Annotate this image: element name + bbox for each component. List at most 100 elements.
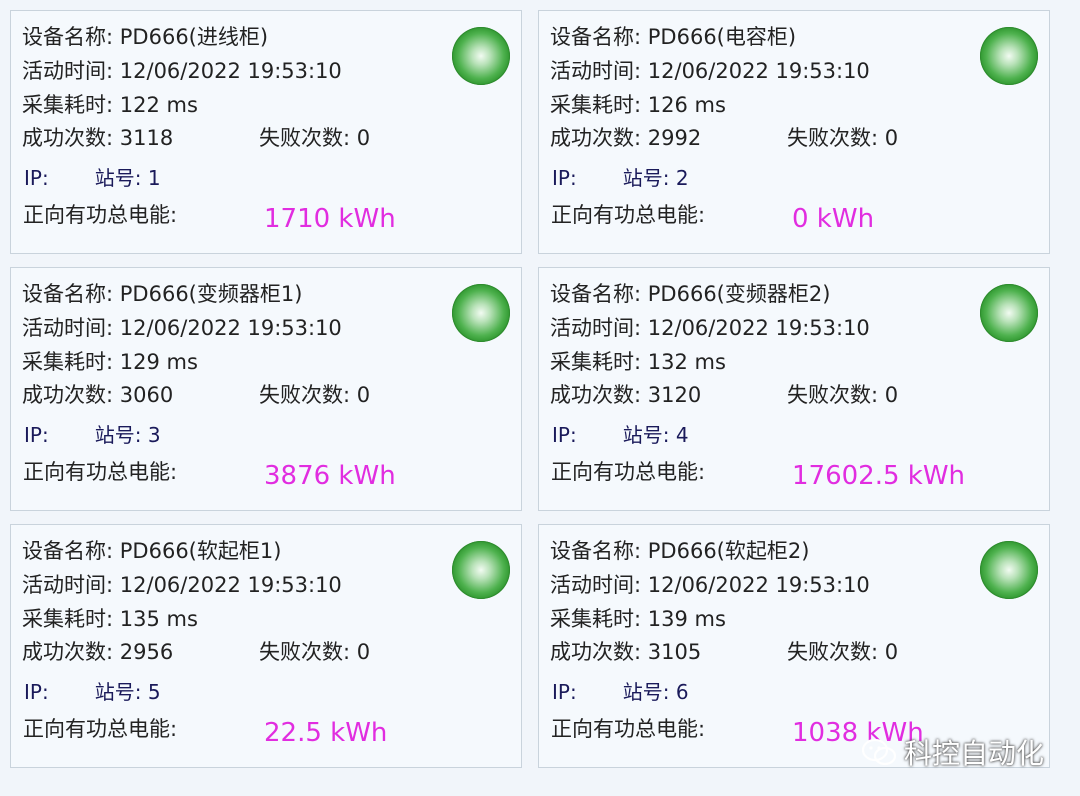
- energy-label: 正向有功总电能:: [551, 717, 706, 741]
- active-time-value: 12/06/2022 19:53:10: [647, 59, 870, 83]
- collect-time-value: 129 ms: [119, 350, 198, 374]
- device-name-label: 设备名称:: [550, 282, 642, 306]
- fail-count-label: 失败次数:: [259, 126, 351, 150]
- collect-time-value: 132 ms: [647, 350, 726, 374]
- fail-count-row: 失败次数: 0: [787, 125, 898, 151]
- collect-time-value: 126 ms: [647, 93, 726, 117]
- device-name-label: 设备名称:: [22, 25, 114, 49]
- success-count-label: 成功次数:: [550, 126, 642, 150]
- active-time-row: 活动时间: 12/06/2022 19:53:10: [22, 572, 342, 598]
- device-name-row: 设备名称: PD666(变频器柜1): [22, 281, 302, 307]
- device-panel: 设备名称: PD666(软起柜1) 活动时间: 12/06/2022 19:53:…: [10, 524, 522, 768]
- active-time-value: 12/06/2022 19:53:10: [119, 316, 342, 340]
- device-name-value: PD666(软起柜2): [647, 539, 810, 563]
- success-count-row: 成功次数: 3060: [22, 382, 173, 408]
- ip-station-row: IP: 站号: 5: [24, 679, 161, 705]
- device-panel: 设备名称: PD666(电容柜) 活动时间: 12/06/2022 19:53:1…: [538, 10, 1050, 254]
- energy-label: 正向有功总电能:: [551, 460, 706, 484]
- device-name-value: PD666(变频器柜1): [119, 282, 303, 306]
- collect-time-row: 采集耗时: 139 ms: [550, 606, 726, 632]
- station-value: 5: [147, 680, 161, 704]
- collect-time-label: 采集耗时:: [550, 350, 642, 374]
- fail-count-label: 失败次数:: [787, 383, 879, 407]
- active-time-label: 活动时间:: [550, 573, 642, 597]
- success-count-label: 成功次数:: [550, 383, 642, 407]
- collect-time-value: 139 ms: [647, 607, 726, 631]
- wechat-icon: [861, 738, 897, 766]
- station-value: 6: [675, 680, 689, 704]
- device-name-value: PD666(变频器柜2): [647, 282, 831, 306]
- success-count-value: 3060: [119, 383, 174, 407]
- collect-time-row: 采集耗时: 129 ms: [22, 349, 198, 375]
- station-label: 站号:: [94, 423, 142, 447]
- active-time-row: 活动时间: 12/06/2022 19:53:10: [22, 58, 342, 84]
- collect-time-value: 135 ms: [119, 607, 198, 631]
- success-count-row: 成功次数: 3105: [550, 639, 701, 665]
- success-count-label: 成功次数:: [22, 126, 114, 150]
- collect-time-label: 采集耗时:: [550, 93, 642, 117]
- device-name-value: PD666(软起柜1): [119, 539, 282, 563]
- success-count-row: 成功次数: 3118: [22, 125, 173, 151]
- collect-time-row: 采集耗时: 132 ms: [550, 349, 726, 375]
- fail-count-label: 失败次数:: [787, 640, 879, 664]
- fail-count-value: 0: [884, 383, 899, 407]
- fail-count-value: 0: [884, 126, 899, 150]
- fail-count-label: 失败次数:: [259, 640, 351, 664]
- energy-value: 0 kWh: [792, 204, 875, 234]
- success-count-label: 成功次数:: [22, 640, 114, 664]
- success-count-row: 成功次数: 2992: [550, 125, 701, 151]
- device-name-label: 设备名称:: [550, 539, 642, 563]
- collect-time-row: 采集耗时: 126 ms: [550, 92, 726, 118]
- active-time-value: 12/06/2022 19:53:10: [119, 573, 342, 597]
- device-panel: 设备名称: PD666(变频器柜1) 活动时间: 12/06/2022 19:53…: [10, 267, 522, 511]
- active-time-value: 12/06/2022 19:53:10: [647, 573, 870, 597]
- ip-label: IP:: [552, 423, 577, 447]
- station-value: 4: [675, 423, 689, 447]
- ip-label: IP:: [552, 166, 577, 190]
- collect-time-label: 采集耗时:: [22, 350, 114, 374]
- station-label: 站号:: [622, 166, 670, 190]
- status-indicator-icon: [980, 27, 1038, 85]
- status-indicator-icon: [452, 541, 510, 599]
- active-time-row: 活动时间: 12/06/2022 19:53:10: [550, 315, 870, 341]
- fail-count-value: 0: [356, 383, 371, 407]
- watermark-text: 科控自动化: [903, 737, 1044, 770]
- energy-label: 正向有功总电能:: [23, 460, 178, 484]
- success-count-value: 2956: [119, 640, 174, 664]
- ip-label: IP:: [24, 680, 49, 704]
- device-panel: 设备名称: PD666(变频器柜2) 活动时间: 12/06/2022 19:53…: [538, 267, 1050, 511]
- active-time-row: 活动时间: 12/06/2022 19:53:10: [550, 58, 870, 84]
- active-time-label: 活动时间:: [22, 573, 114, 597]
- collect-time-value: 122 ms: [119, 93, 198, 117]
- ip-label: IP:: [24, 166, 49, 190]
- ip-label: IP:: [552, 680, 577, 704]
- fail-count-label: 失败次数:: [787, 126, 879, 150]
- device-name-row: 设备名称: PD666(电容柜): [550, 24, 796, 50]
- success-count-value: 2992: [647, 126, 702, 150]
- collect-time-label: 采集耗时:: [22, 93, 114, 117]
- status-indicator-icon: [980, 541, 1038, 599]
- energy-value: 3876 kWh: [264, 461, 396, 491]
- success-count-value: 3118: [119, 126, 174, 150]
- ip-station-row: IP: 站号: 1: [24, 165, 161, 191]
- device-name-row: 设备名称: PD666(进线柜): [22, 24, 268, 50]
- success-count-row: 成功次数: 2956: [22, 639, 173, 665]
- device-panel: 设备名称: PD666(进线柜) 活动时间: 12/06/2022 19:53:1…: [10, 10, 522, 254]
- device-name-row: 设备名称: PD666(软起柜2): [550, 538, 809, 564]
- device-name-label: 设备名称:: [22, 282, 114, 306]
- station-label: 站号:: [622, 680, 670, 704]
- fail-count-row: 失败次数: 0: [259, 382, 370, 408]
- success-count-row: 成功次数: 3120: [550, 382, 701, 408]
- success-count-label: 成功次数:: [22, 383, 114, 407]
- success-count-value: 3105: [647, 640, 702, 664]
- active-time-label: 活动时间:: [550, 316, 642, 340]
- collect-time-label: 采集耗时:: [550, 607, 642, 631]
- collect-time-label: 采集耗时:: [22, 607, 114, 631]
- active-time-value: 12/06/2022 19:53:10: [647, 316, 870, 340]
- fail-count-value: 0: [356, 126, 371, 150]
- device-name-label: 设备名称:: [550, 25, 642, 49]
- fail-count-row: 失败次数: 0: [259, 125, 370, 151]
- ip-station-row: IP: 站号: 4: [552, 422, 689, 448]
- energy-value: 22.5 kWh: [264, 718, 388, 748]
- active-time-row: 活动时间: 12/06/2022 19:53:10: [550, 572, 870, 598]
